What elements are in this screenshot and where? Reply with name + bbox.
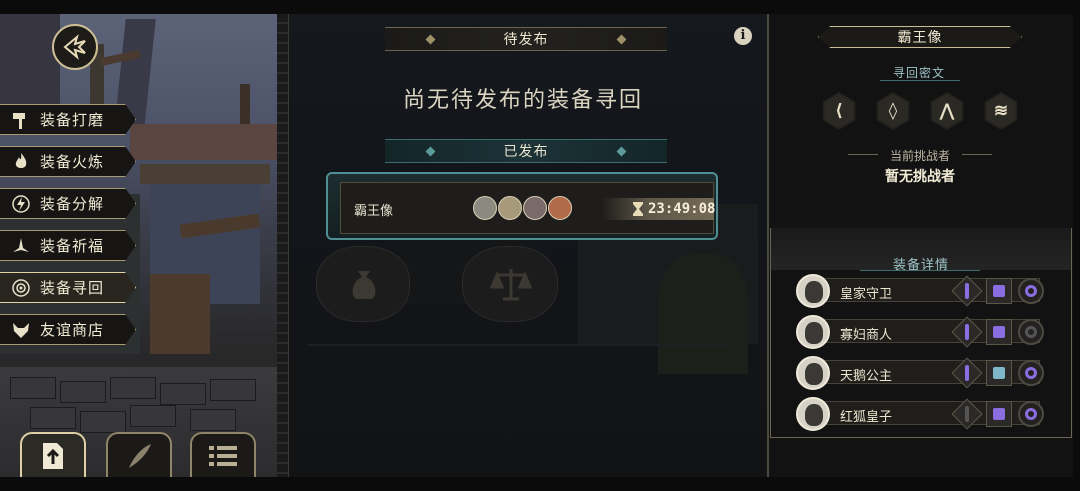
upload-doc-icon (43, 443, 63, 469)
cipher-symbol-text: ⟨ (835, 101, 843, 121)
pending-header: 待发布 (385, 27, 667, 51)
pending-title: 待发布 (503, 32, 549, 48)
back-button[interactable] (52, 24, 98, 70)
cipher-symbol-text: ≋ (993, 101, 1009, 121)
item-title: 霸王像 (897, 30, 943, 46)
hero-row[interactable]: 皇家守卫 (796, 274, 1046, 308)
armor-slot-icon[interactable] (986, 278, 1012, 304)
divider (880, 80, 960, 81)
menu-item-forge[interactable]: 装备火炼 (0, 146, 136, 177)
divider (860, 270, 980, 271)
ring-slot-icon[interactable] (1018, 360, 1044, 386)
hero-portrait (796, 274, 830, 308)
challenger-avatar (548, 196, 572, 220)
challenger-avatar (498, 196, 522, 220)
menu-item-label: 装备寻回 (40, 279, 105, 297)
ring-slot-icon[interactable] (1018, 401, 1044, 427)
blessing-icon (10, 235, 32, 257)
money-bag-icon (352, 271, 376, 299)
tab-publish[interactable] (20, 432, 86, 480)
countdown-timer: 23:49:08 (602, 198, 716, 220)
flame-icon (10, 151, 32, 173)
hero-portrait (796, 397, 830, 431)
tab-records[interactable] (106, 432, 172, 480)
menu-item-label: 友谊商店 (40, 321, 105, 339)
cipher-symbol-text: ◊ (888, 101, 898, 121)
published-title: 已发布 (503, 144, 549, 160)
menu-item-dismantle[interactable]: 装备分解 (0, 188, 136, 219)
hero-name: 寡妇商人 (840, 328, 893, 343)
hero-name: 红狐皇子 (840, 410, 893, 425)
hero-row[interactable]: 寡妇商人 (796, 315, 1046, 349)
challenger-avatar (473, 196, 497, 220)
hammer-icon (10, 109, 32, 131)
challenger-label: 当前挑战者 (889, 149, 950, 163)
menu-item-label: 装备火炼 (40, 153, 105, 171)
slot-placeholder (316, 246, 410, 322)
feather-icon (129, 444, 151, 468)
hero-name: 天鹅公主 (840, 369, 893, 384)
hero-row[interactable]: 红狐皇子 (796, 397, 1046, 431)
retrieval-item-name: 霸王像 (354, 204, 394, 219)
armor-slot-icon[interactable] (986, 360, 1012, 386)
hero-portrait (796, 356, 830, 390)
hourglass-icon (633, 202, 643, 216)
top-frame (0, 0, 1080, 14)
timer-text: 23:49:08 (648, 201, 716, 217)
menu-item-retrieve[interactable]: 装备寻回 (0, 272, 136, 303)
hero-row[interactable]: 天鹅公主 (796, 356, 1046, 390)
lightning-icon (10, 193, 32, 215)
ring-slot-icon[interactable] (1018, 319, 1044, 345)
bottom-frame (0, 477, 1080, 491)
slot-placeholder (462, 246, 558, 322)
menu-item-label: 装备分解 (40, 195, 105, 213)
item-title-banner: 霸王像 (818, 26, 1022, 48)
ring-slot-icon[interactable] (1018, 278, 1044, 304)
hero-name: 皇家守卫 (840, 287, 893, 302)
hero-portrait (796, 315, 830, 349)
menu-item-friend-shop[interactable]: 友谊商店 (0, 314, 136, 345)
challenger-avatar (523, 196, 547, 220)
menu-item-bless[interactable]: 装备祈福 (0, 230, 136, 261)
menu-item-label: 装备祈福 (40, 237, 105, 255)
info-button[interactable]: i (734, 27, 752, 45)
scales-icon (489, 269, 533, 301)
pending-empty-message: 尚无待发布的装备寻回 (402, 88, 643, 113)
armor-slot-icon[interactable] (986, 319, 1012, 345)
published-header: 已发布 (385, 139, 667, 163)
armor-slot-icon[interactable] (986, 401, 1012, 427)
target-icon (10, 277, 32, 299)
list-icon (209, 446, 237, 466)
cipher-symbol-text: ⋀ (940, 101, 954, 121)
back-arrow-icon (63, 34, 86, 60)
fox-icon (10, 319, 32, 341)
challenger-value: 暂无挑战者 (885, 169, 955, 185)
menu-item-label: 装备打磨 (40, 111, 105, 129)
tab-list[interactable] (190, 432, 256, 480)
cipher-heading: 寻回密文 (893, 66, 946, 80)
menu-item-polish[interactable]: 装备打磨 (0, 104, 136, 135)
